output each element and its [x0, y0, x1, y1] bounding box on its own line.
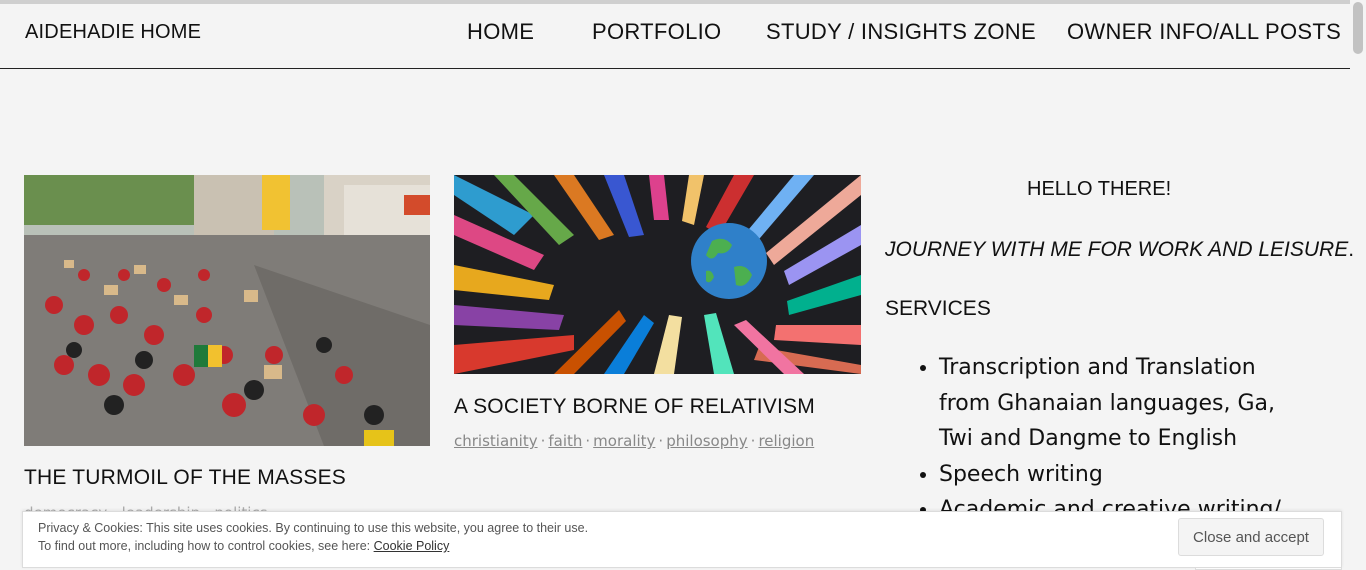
nav-portfolio[interactable]: PORTFOLIO [592, 19, 721, 45]
cookie-line-1: Privacy & Cookies: This site uses cookie… [38, 521, 589, 535]
post-title-turmoil[interactable]: THE TURMOIL OF THE MASSES [24, 466, 346, 490]
sidebar-tagline: JOURNEY WITH ME FOR WORK AND LEISURE. [885, 238, 1354, 262]
tagline-text: JOURNEY WITH ME FOR WORK AND LEISURE [885, 238, 1349, 261]
post-thumbnail-turmoil[interactable] [24, 175, 430, 446]
tag-christianity[interactable]: christianity [454, 432, 538, 450]
post-thumbnail-relativism[interactable] [454, 175, 861, 374]
services-list: Transcription and Translation from Ghana… [885, 350, 1309, 528]
site-header: AIDEHADIE HOME HOME PORTFOLIO STUDY / IN… [0, 4, 1350, 69]
tag-faith[interactable]: faith [548, 432, 582, 450]
service-item: Transcription and Translation from Ghana… [939, 350, 1309, 457]
post-title-relativism[interactable]: A SOCIETY BORNE OF RELATIVISM [454, 395, 815, 419]
tag-philosophy[interactable]: philosophy [666, 432, 747, 450]
page-scrollbar[interactable] [1350, 0, 1366, 568]
nav-study-insights[interactable]: STUDY / INSIGHTS ZONE [766, 19, 1036, 45]
cookie-banner: Privacy & Cookies: This site uses cookie… [22, 511, 1342, 568]
cookie-text: Privacy & Cookies: This site uses cookie… [38, 519, 588, 555]
site-title-link[interactable]: AIDEHADIE HOME [25, 21, 201, 44]
tag-separator: · [540, 432, 546, 450]
cookie-policy-link[interactable]: Cookie Policy [374, 539, 450, 553]
close-and-accept-button[interactable]: Close and accept [1178, 518, 1324, 556]
tag-religion[interactable]: religion [758, 432, 814, 450]
nav-home[interactable]: HOME [467, 19, 534, 45]
cookie-line-2-text: To find out more, including how to contr… [38, 539, 374, 553]
tag-separator: · [658, 432, 664, 450]
tagline-period: . [1348, 238, 1355, 261]
services-heading: SERVICES [885, 297, 991, 320]
nav-owner-info[interactable]: OWNER INFO/ALL POSTS [1067, 19, 1341, 45]
tag-separator: · [585, 432, 591, 450]
cookie-line-2: To find out more, including how to contr… [38, 537, 588, 555]
tag-morality[interactable]: morality [593, 432, 655, 450]
service-item: Speech writing [939, 457, 1309, 493]
post-tags-relativism: christianity · faith · morality · philosophy · r… [454, 432, 814, 450]
sidebar-greeting: HELLO THERE! [1027, 178, 1172, 200]
scrollbar-thumb[interactable] [1353, 2, 1363, 54]
tag-separator: · [750, 432, 756, 450]
